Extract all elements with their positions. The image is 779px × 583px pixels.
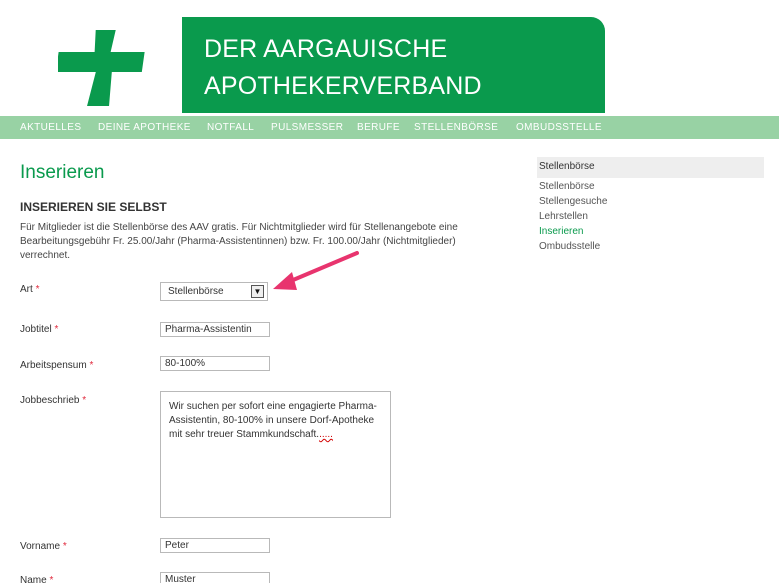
sidebar-item-stellenboerse[interactable]: Stellenbörse — [539, 181, 595, 192]
jobbeschrieb-label: Jobbeschrieb * — [20, 395, 86, 406]
art-select[interactable]: Stellenbörse ▼ — [160, 282, 268, 301]
arbeitspensum-input[interactable]: 80-100% — [160, 356, 270, 371]
jobtitel-label: Jobtitel * — [20, 324, 58, 335]
art-label-text: Art — [20, 284, 33, 295]
jobtitel-input[interactable]: Pharma-Assistentin — [160, 322, 270, 337]
name-label: Name * — [20, 575, 53, 583]
brand-banner[interactable]: DER AARGAUISCHE APOTHEKERVERBAND — [182, 17, 605, 113]
green-cross-icon[interactable] — [58, 28, 154, 108]
jobtitel-label-text: Jobtitel — [20, 324, 52, 335]
vorname-label-text: Vorname — [20, 541, 61, 552]
required-marker: * — [54, 324, 59, 335]
arbeitspensum-label: Arbeitspensum * — [20, 360, 93, 371]
brand-title-line2: APOTHEKERVERBAND — [204, 72, 482, 100]
main-nav: AKTUELLES DEINE APOTHEKE NOTFALL PULSMES… — [0, 116, 779, 139]
chevron-down-icon[interactable]: ▼ — [251, 285, 264, 298]
name-input[interactable]: Muster — [160, 572, 270, 583]
sidebar-item-stellengesuche[interactable]: Stellengesuche — [539, 196, 607, 207]
required-marker: * — [35, 284, 40, 295]
nav-item-aktuelles[interactable]: AKTUELLES — [20, 122, 81, 133]
vorname-input[interactable]: Peter — [160, 538, 270, 553]
intro-text: Für Mitglieder ist die Stellenbörse des … — [20, 222, 458, 261]
section-title: INSERIEREN SIE SELBST — [20, 200, 167, 214]
spellcheck-marker: ..... — [319, 429, 333, 440]
brand-title-line1: DER AARGAUISCHE — [204, 35, 448, 63]
page-title: Inserieren — [20, 162, 105, 183]
required-marker: * — [62, 541, 67, 552]
required-marker: * — [49, 575, 54, 583]
jobbeschrieb-label-text: Jobbeschrieb — [20, 395, 80, 406]
art-select-value: Stellenbörse — [168, 286, 224, 297]
nav-item-notfall[interactable]: NOTFALL — [207, 122, 254, 133]
required-marker: * — [82, 395, 87, 406]
vorname-label: Vorname * — [20, 541, 67, 552]
required-marker: * — [89, 360, 94, 371]
sidebar-item-ombudsstelle[interactable]: Ombudsstelle — [539, 241, 600, 252]
site-header: DER AARGAUISCHE APOTHEKERVERBAND — [0, 0, 779, 113]
sidebar-heading: Stellenbörse — [537, 157, 764, 178]
jobbeschrieb-textarea[interactable]: Wir suchen per sofort eine engagierte Ph… — [160, 391, 391, 518]
sidebar-item-lehrstellen[interactable]: Lehrstellen — [539, 211, 588, 222]
nav-item-ombudsstelle[interactable]: OMBUDSSTELLE — [516, 122, 602, 133]
nav-item-stellenboerse[interactable]: STELLENBÖRSE — [414, 122, 498, 133]
nav-item-pulsmesser[interactable]: PULSMESSER — [271, 122, 343, 133]
name-label-text: Name — [20, 575, 47, 583]
nav-item-deine-apotheke[interactable]: DEINE APOTHEKE — [98, 122, 191, 133]
arbeitspensum-label-text: Arbeitspensum — [20, 360, 87, 371]
sidebar-item-inserieren[interactable]: Inserieren — [539, 226, 583, 237]
art-label: Art * — [20, 284, 39, 295]
nav-item-berufe[interactable]: BERUFE — [357, 122, 400, 133]
jobbeschrieb-text: Wir suchen per sofort eine engagierte Ph… — [169, 401, 377, 440]
